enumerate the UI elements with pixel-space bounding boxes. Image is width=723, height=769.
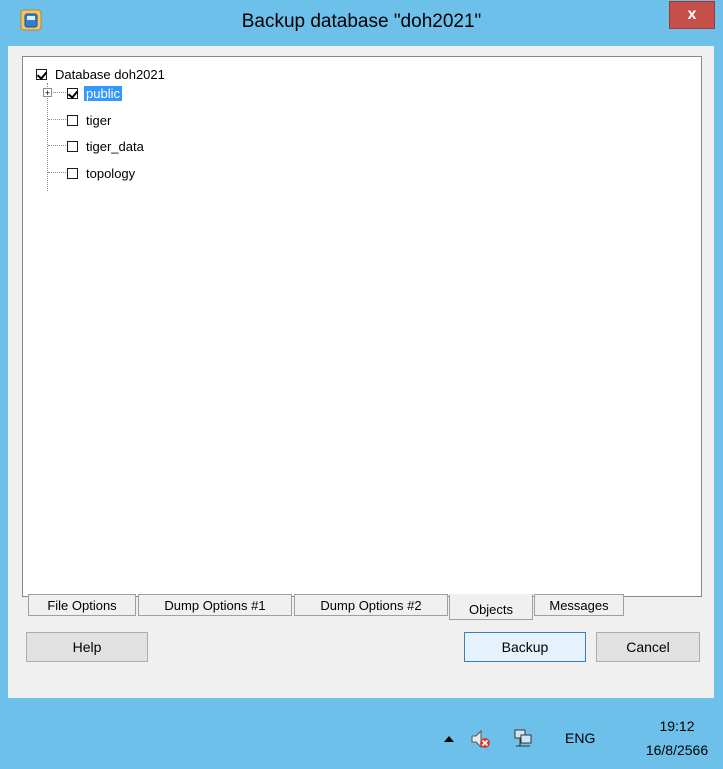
tiger-data-checkbox[interactable] [67, 140, 78, 152]
tree-root-label: Database doh2021 [55, 66, 165, 82]
show-hidden-icons-arrow-icon[interactable] [444, 736, 454, 742]
tree-item-tiger-data[interactable]: tiger_data [67, 137, 146, 155]
public-checkbox[interactable] [67, 87, 78, 99]
clock-time: 19:12 [659, 718, 695, 734]
objects-tree[interactable]: Database doh2021 + public tiger tiger_da… [22, 56, 702, 597]
tree-item-topology[interactable]: topology [67, 164, 137, 182]
tree-item-public[interactable]: public [67, 84, 122, 102]
tree-root-row[interactable]: Database doh2021 [36, 65, 167, 83]
dialog-client-area: Database doh2021 + public tiger tiger_da… [8, 46, 714, 698]
backup-dialog-window: Backup database "doh2021" x Database doh… [0, 0, 723, 706]
network-icon[interactable] [512, 728, 534, 750]
tab-objects[interactable]: Objects [449, 594, 533, 620]
tab-messages[interactable]: Messages [534, 594, 624, 616]
tab-file-options[interactable]: File Options [28, 594, 136, 616]
taskbar: ENG 19:12 16/8/2566 [0, 706, 723, 769]
window-title: Backup database "doh2021" [241, 11, 482, 32]
tree-item-label: tiger_data [86, 138, 144, 154]
tree-connector [48, 172, 66, 173]
speaker-muted-icon[interactable] [470, 729, 492, 749]
close-button[interactable]: x [669, 1, 715, 29]
tree-connector [48, 145, 66, 146]
topology-checkbox[interactable] [67, 167, 78, 179]
tab-dump-options-1[interactable]: Dump Options #1 [138, 594, 292, 616]
tiger-checkbox[interactable] [67, 114, 78, 126]
cancel-button[interactable]: Cancel [596, 632, 700, 662]
expand-plus-icon[interactable]: + [43, 88, 52, 98]
tree-item-tiger[interactable]: tiger [67, 111, 113, 129]
tree-connector-vertical [47, 83, 48, 191]
tree-connector [48, 119, 66, 120]
tab-dump-options-2[interactable]: Dump Options #2 [294, 594, 448, 616]
title-bar[interactable]: Backup database "doh2021" x [0, 0, 723, 46]
tree-item-label: topology [86, 165, 136, 181]
language-indicator[interactable]: ENG [565, 730, 595, 746]
clock[interactable]: 19:12 16/8/2566 [638, 714, 716, 762]
tree-item-label: tiger [86, 112, 112, 128]
clock-date: 16/8/2566 [645, 742, 709, 758]
root-checkbox[interactable] [36, 68, 47, 80]
help-button[interactable]: Help [26, 632, 148, 662]
tree-item-label: public [84, 85, 122, 101]
backup-button[interactable]: Backup [464, 632, 586, 662]
